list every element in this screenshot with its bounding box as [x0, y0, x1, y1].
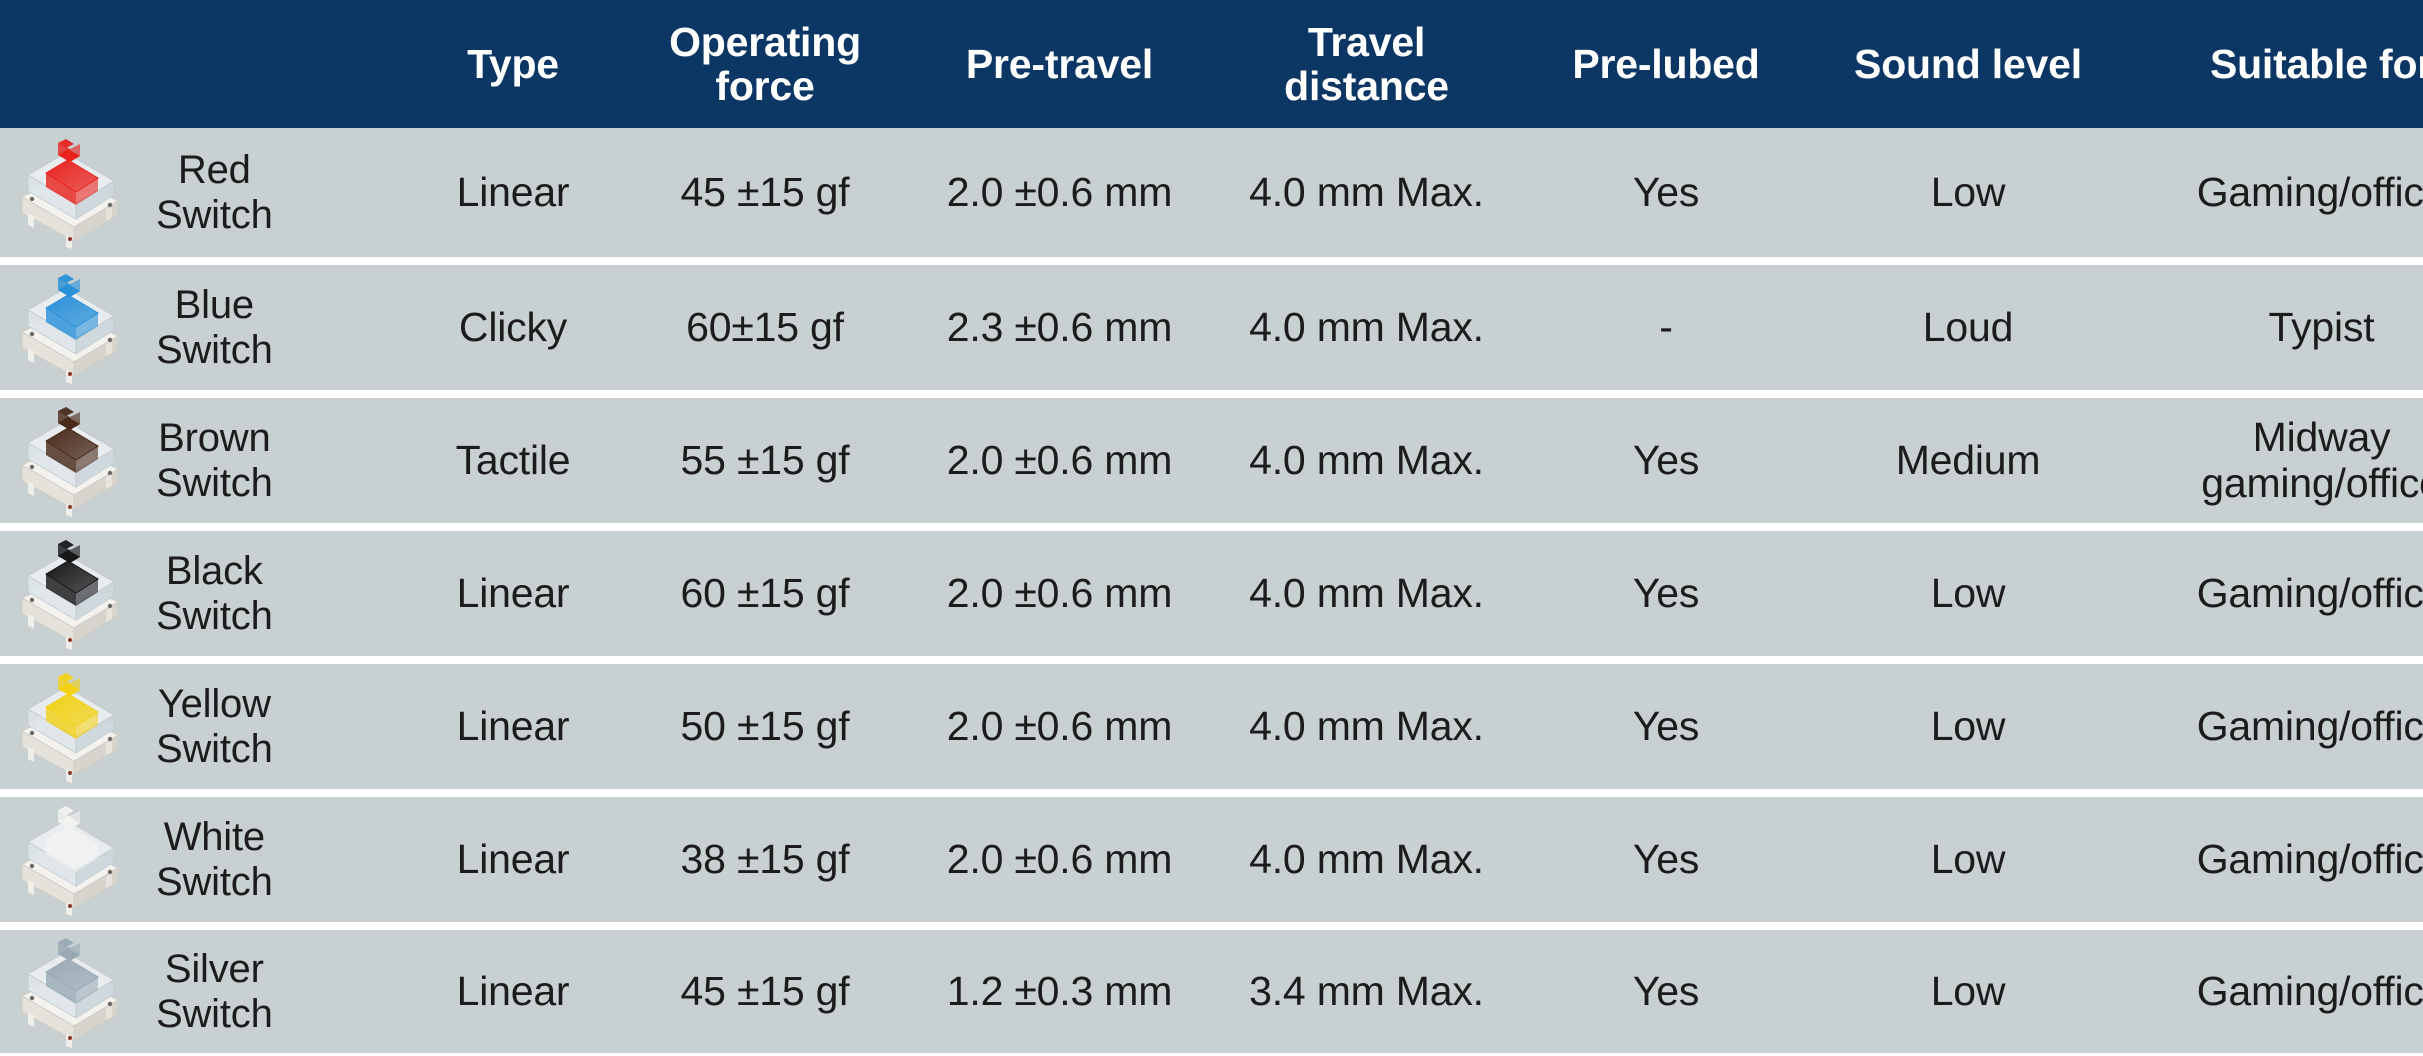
- column-header-operating-force: Operating force: [669, 18, 861, 109]
- table-row: Red Switch Linear 45 ±15 gf 2.0 ±0.6 mm …: [0, 128, 2423, 261]
- cell-switch: Brown Switch: [0, 394, 402, 527]
- column-header-pre-travel: Pre-travel: [965, 40, 1154, 87]
- cell-operating-force: 60 ±15 gf: [680, 569, 850, 616]
- brown-switch-image: [20, 406, 120, 517]
- cell-switch: White Switch: [0, 793, 402, 926]
- blue-switch-image: [20, 273, 120, 384]
- table-header-row: Type Operating force Pre-travel Travel d…: [0, 0, 2423, 128]
- cell-pre-lubed: Yes: [1632, 168, 1700, 215]
- cell-suitable-for: Gaming/office: [2196, 702, 2423, 749]
- switch-name: Black Switch: [156, 548, 273, 638]
- cell-operating-force: 45 ±15 gf: [680, 967, 850, 1014]
- black-switch-image: [20, 539, 120, 650]
- cell-pre-travel: 2.0 ±0.6 mm: [946, 436, 1173, 483]
- cell-travel-distance: 4.0 mm Max.: [1249, 569, 1484, 616]
- column-header-travel-distance: Travel distance: [1284, 18, 1449, 109]
- white-switch-image: [20, 805, 120, 916]
- cell-travel-distance: 4.0 mm Max.: [1249, 168, 1484, 215]
- table-header: Type Operating force Pre-travel Travel d…: [0, 0, 2423, 128]
- cell-switch: Blue Switch: [0, 261, 402, 394]
- cell-pre-lubed: -: [1659, 303, 1673, 350]
- cell-switch: Silver Switch: [0, 926, 402, 1053]
- cell-travel-distance: 4.0 mm Max.: [1249, 303, 1484, 350]
- cell-pre-travel: 2.0 ±0.6 mm: [946, 702, 1173, 749]
- cell-sound-level: Medium: [1895, 436, 2041, 483]
- table-row: White Switch Linear 38 ±15 gf 2.0 ±0.6 m…: [0, 793, 2423, 926]
- table-row: Brown Switch Tactile 55 ±15 gf 2.0 ±0.6 …: [0, 394, 2423, 527]
- cell-operating-force: 60±15 gf: [686, 303, 844, 350]
- cell-type: Linear: [456, 168, 570, 215]
- column-header-switch: [0, 0, 402, 128]
- column-header-suitable-for: Suitable for: [2209, 40, 2423, 87]
- column-header-pre-lubed: Pre-lubed: [1572, 40, 1760, 87]
- cell-pre-lubed: Yes: [1632, 702, 1700, 749]
- cell-suitable-for: Typist: [2268, 303, 2375, 350]
- switch-name: White Switch: [156, 814, 273, 904]
- cell-pre-travel: 2.3 ±0.6 mm: [946, 303, 1173, 350]
- cell-type: Linear: [456, 835, 570, 882]
- table-row: Black Switch Linear 60 ±15 gf 2.0 ±0.6 m…: [0, 527, 2423, 660]
- cell-travel-distance: 4.0 mm Max.: [1249, 835, 1484, 882]
- cell-travel-distance: 4.0 mm Max.: [1249, 702, 1484, 749]
- cell-pre-travel: 2.0 ±0.6 mm: [946, 835, 1173, 882]
- cell-switch: Yellow Switch: [0, 660, 402, 793]
- table-row: Silver Switch Linear 45 ±15 gf 1.2 ±0.3 …: [0, 926, 2423, 1053]
- cell-sound-level: Low: [1930, 967, 2006, 1014]
- cell-suitable-for: Midway gaming/office: [2201, 414, 2423, 506]
- cell-pre-lubed: Yes: [1632, 835, 1700, 882]
- cell-switch: Black Switch: [0, 527, 402, 660]
- cell-type: Linear: [456, 702, 570, 749]
- switch-name: Brown Switch: [156, 415, 273, 505]
- cell-travel-distance: 4.0 mm Max.: [1249, 436, 1484, 483]
- cell-type: Tactile: [455, 436, 571, 483]
- column-header-sound-level: Sound level: [1854, 40, 2082, 87]
- cell-sound-level: Low: [1930, 569, 2006, 616]
- cell-operating-force: 38 ±15 gf: [680, 835, 850, 882]
- cell-type: Linear: [456, 967, 570, 1014]
- cell-suitable-for: Gaming/office: [2196, 835, 2423, 882]
- cell-operating-force: 55 ±15 gf: [680, 436, 850, 483]
- cell-sound-level: Loud: [1922, 303, 2014, 350]
- cell-sound-level: Low: [1930, 835, 2006, 882]
- cell-suitable-for: Gaming/office: [2196, 967, 2423, 1014]
- switch-name: Blue Switch: [156, 282, 273, 372]
- cell-sound-level: Low: [1930, 702, 2006, 749]
- cell-pre-travel: 2.0 ±0.6 mm: [946, 569, 1173, 616]
- switch-name: Silver Switch: [156, 946, 273, 1036]
- cell-pre-travel: 1.2 ±0.3 mm: [946, 967, 1173, 1014]
- cell-type: Clicky: [458, 303, 568, 350]
- cell-sound-level: Low: [1930, 168, 2006, 215]
- cell-suitable-for: Gaming/office: [2196, 569, 2423, 616]
- switch-name: Red Switch: [156, 147, 273, 237]
- cell-pre-travel: 2.0 ±0.6 mm: [946, 168, 1173, 215]
- switch-name: Yellow Switch: [156, 681, 273, 771]
- column-header-type: Type: [467, 40, 559, 87]
- red-switch-image: [20, 138, 120, 249]
- silver-switch-image: [20, 937, 120, 1048]
- table-body: Red Switch Linear 45 ±15 gf 2.0 ±0.6 mm …: [0, 128, 2423, 1053]
- table-row: Yellow Switch Linear 50 ±15 gf 2.0 ±0.6 …: [0, 660, 2423, 793]
- switch-comparison-table: Type Operating force Pre-travel Travel d…: [0, 0, 2423, 1053]
- cell-pre-lubed: Yes: [1632, 967, 1700, 1014]
- cell-pre-lubed: Yes: [1632, 436, 1700, 483]
- yellow-switch-image: [20, 672, 120, 783]
- cell-operating-force: 50 ±15 gf: [680, 702, 850, 749]
- cell-operating-force: 45 ±15 gf: [680, 168, 850, 215]
- cell-pre-lubed: Yes: [1632, 569, 1700, 616]
- table-row: Blue Switch Clicky 60±15 gf 2.3 ±0.6 mm …: [0, 261, 2423, 394]
- cell-switch: Red Switch: [0, 128, 402, 261]
- cell-travel-distance: 3.4 mm Max.: [1249, 967, 1484, 1014]
- cell-suitable-for: Gaming/office: [2196, 168, 2423, 215]
- cell-type: Linear: [456, 569, 570, 616]
